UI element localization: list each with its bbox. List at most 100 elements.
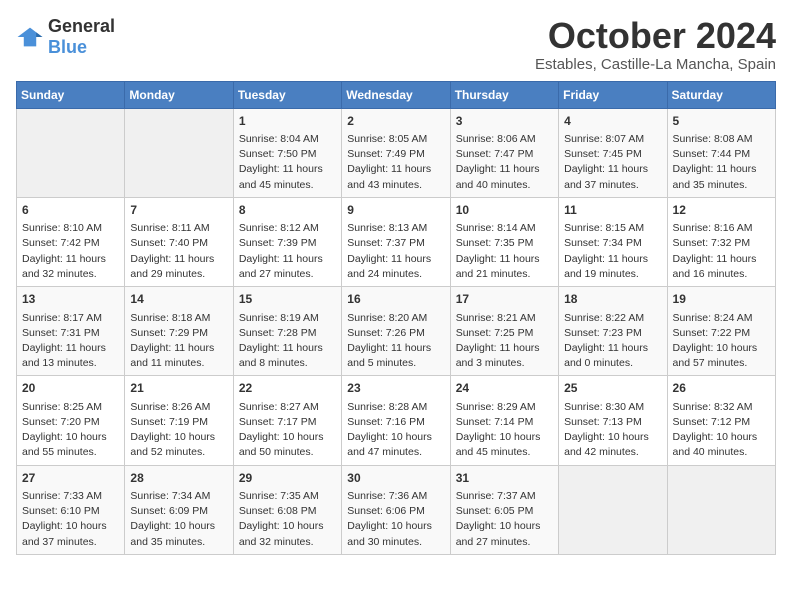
day-number: 16	[347, 291, 444, 308]
day-info: Sunrise: 8:25 AM Sunset: 7:20 PM Dayligh…	[22, 400, 119, 461]
weekday-header-cell: Saturday	[667, 81, 775, 108]
day-number: 25	[564, 380, 661, 397]
day-info: Sunrise: 8:24 AM Sunset: 7:22 PM Dayligh…	[673, 311, 770, 372]
day-number: 10	[456, 202, 553, 219]
day-number: 17	[456, 291, 553, 308]
calendar-cell: 24 Sunrise: 8:29 AM Sunset: 7:14 PM Dayli…	[450, 376, 558, 465]
day-number: 21	[130, 380, 227, 397]
day-info: Sunrise: 8:04 AM Sunset: 7:50 PM Dayligh…	[239, 132, 336, 193]
weekday-header-row: SundayMondayTuesdayWednesdayThursdayFrid…	[17, 81, 776, 108]
day-info: Sunrise: 8:19 AM Sunset: 7:28 PM Dayligh…	[239, 311, 336, 372]
calendar-cell: 10 Sunrise: 8:14 AM Sunset: 7:35 PM Dayli…	[450, 197, 558, 286]
day-info: Sunrise: 8:26 AM Sunset: 7:19 PM Dayligh…	[130, 400, 227, 461]
day-number: 23	[347, 380, 444, 397]
calendar-cell: 26 Sunrise: 8:32 AM Sunset: 7:12 PM Dayli…	[667, 376, 775, 465]
day-number: 2	[347, 113, 444, 130]
calendar-row: 6 Sunrise: 8:10 AM Sunset: 7:42 PM Daylig…	[17, 197, 776, 286]
calendar-row: 13Sunrise: 8:17 AM Sunset: 7:31 PM Dayli…	[17, 287, 776, 376]
calendar-row: 1Sunrise: 8:04 AM Sunset: 7:50 PM Daylig…	[17, 108, 776, 197]
calendar-cell	[667, 465, 775, 554]
day-number: 14	[130, 291, 227, 308]
day-number: 7	[130, 202, 227, 219]
day-info: Sunrise: 8:07 AM Sunset: 7:45 PM Dayligh…	[564, 132, 661, 193]
calendar-cell: 5 Sunrise: 8:08 AM Sunset: 7:44 PM Daylig…	[667, 108, 775, 197]
day-info: Sunrise: 8:20 AM Sunset: 7:26 PM Dayligh…	[347, 311, 444, 372]
calendar-cell: 20 Sunrise: 8:25 AM Sunset: 7:20 PM Dayli…	[17, 376, 125, 465]
day-number: 12	[673, 202, 770, 219]
calendar-cell: 27 Sunrise: 7:33 AM Sunset: 6:10 PM Dayli…	[17, 465, 125, 554]
day-info: Sunrise: 8:16 AM Sunset: 7:32 PM Dayligh…	[673, 221, 770, 282]
day-info: Sunrise: 8:08 AM Sunset: 7:44 PM Dayligh…	[673, 132, 770, 193]
day-info: Sunrise: 8:30 AM Sunset: 7:13 PM Dayligh…	[564, 400, 661, 461]
logo-text: General Blue	[48, 16, 115, 58]
day-info: Sunrise: 7:33 AM Sunset: 6:10 PM Dayligh…	[22, 489, 119, 550]
weekday-header-cell: Monday	[125, 81, 233, 108]
day-number: 20	[22, 380, 119, 397]
day-info: Sunrise: 8:12 AM Sunset: 7:39 PM Dayligh…	[239, 221, 336, 282]
day-number: 19	[673, 291, 770, 308]
day-number: 22	[239, 380, 336, 397]
day-number: 11	[564, 202, 661, 219]
day-info: Sunrise: 8:22 AM Sunset: 7:23 PM Dayligh…	[564, 311, 661, 372]
page-header: General Blue October 2024 Estables, Cast…	[16, 16, 776, 73]
day-info: Sunrise: 8:15 AM Sunset: 7:34 PM Dayligh…	[564, 221, 661, 282]
calendar-cell: 2 Sunrise: 8:05 AM Sunset: 7:49 PM Daylig…	[342, 108, 450, 197]
calendar-cell: 3 Sunrise: 8:06 AM Sunset: 7:47 PM Daylig…	[450, 108, 558, 197]
weekday-header-cell: Wednesday	[342, 81, 450, 108]
calendar-cell: 17 Sunrise: 8:21 AM Sunset: 7:25 PM Dayli…	[450, 287, 558, 376]
logo: General Blue	[16, 16, 115, 58]
day-number: 26	[673, 380, 770, 397]
calendar-cell: 25 Sunrise: 8:30 AM Sunset: 7:13 PM Dayli…	[559, 376, 667, 465]
day-info: Sunrise: 8:27 AM Sunset: 7:17 PM Dayligh…	[239, 400, 336, 461]
calendar-cell: 19 Sunrise: 8:24 AM Sunset: 7:22 PM Dayli…	[667, 287, 775, 376]
day-number: 6	[22, 202, 119, 219]
day-number: 31	[456, 470, 553, 487]
day-number: 29	[239, 470, 336, 487]
weekday-header-cell: Friday	[559, 81, 667, 108]
day-number: 8	[239, 202, 336, 219]
logo-icon	[16, 26, 44, 48]
calendar-cell: 4 Sunrise: 8:07 AM Sunset: 7:45 PM Daylig…	[559, 108, 667, 197]
day-number: 4	[564, 113, 661, 130]
calendar-row: 27 Sunrise: 7:33 AM Sunset: 6:10 PM Dayli…	[17, 465, 776, 554]
day-number: 24	[456, 380, 553, 397]
day-info: Sunrise: 8:29 AM Sunset: 7:14 PM Dayligh…	[456, 400, 553, 461]
weekday-header-cell: Tuesday	[233, 81, 341, 108]
calendar-cell: 15 Sunrise: 8:19 AM Sunset: 7:28 PM Dayli…	[233, 287, 341, 376]
calendar-cell: 13Sunrise: 8:17 AM Sunset: 7:31 PM Dayli…	[17, 287, 125, 376]
day-number: 15	[239, 291, 336, 308]
day-info: Sunrise: 8:10 AM Sunset: 7:42 PM Dayligh…	[22, 221, 119, 282]
day-info: Sunrise: 7:34 AM Sunset: 6:09 PM Dayligh…	[130, 489, 227, 550]
day-info: Sunrise: 8:18 AM Sunset: 7:29 PM Dayligh…	[130, 311, 227, 372]
calendar-cell	[125, 108, 233, 197]
weekday-header-cell: Thursday	[450, 81, 558, 108]
calendar-cell	[17, 108, 125, 197]
day-number: 3	[456, 113, 553, 130]
day-info: Sunrise: 8:21 AM Sunset: 7:25 PM Dayligh…	[456, 311, 553, 372]
calendar-cell: 22 Sunrise: 8:27 AM Sunset: 7:17 PM Dayli…	[233, 376, 341, 465]
day-info: Sunrise: 7:37 AM Sunset: 6:05 PM Dayligh…	[456, 489, 553, 550]
day-number: 5	[673, 113, 770, 130]
title-block: October 2024 Estables, Castille-La Manch…	[535, 16, 776, 73]
day-info: Sunrise: 8:28 AM Sunset: 7:16 PM Dayligh…	[347, 400, 444, 461]
location: Estables, Castille-La Mancha, Spain	[535, 56, 776, 73]
calendar-table: SundayMondayTuesdayWednesdayThursdayFrid…	[16, 81, 776, 555]
calendar-cell: 1Sunrise: 8:04 AM Sunset: 7:50 PM Daylig…	[233, 108, 341, 197]
calendar-cell: 8 Sunrise: 8:12 AM Sunset: 7:39 PM Daylig…	[233, 197, 341, 286]
day-info: Sunrise: 8:11 AM Sunset: 7:40 PM Dayligh…	[130, 221, 227, 282]
day-number: 18	[564, 291, 661, 308]
calendar-body: 1Sunrise: 8:04 AM Sunset: 7:50 PM Daylig…	[17, 108, 776, 554]
day-info: Sunrise: 8:05 AM Sunset: 7:49 PM Dayligh…	[347, 132, 444, 193]
logo-general: General	[48, 16, 115, 36]
day-info: Sunrise: 7:35 AM Sunset: 6:08 PM Dayligh…	[239, 489, 336, 550]
day-info: Sunrise: 8:13 AM Sunset: 7:37 PM Dayligh…	[347, 221, 444, 282]
day-info: Sunrise: 8:06 AM Sunset: 7:47 PM Dayligh…	[456, 132, 553, 193]
day-info: Sunrise: 8:14 AM Sunset: 7:35 PM Dayligh…	[456, 221, 553, 282]
day-number: 27	[22, 470, 119, 487]
calendar-cell: 29 Sunrise: 7:35 AM Sunset: 6:08 PM Dayli…	[233, 465, 341, 554]
calendar-cell: 23 Sunrise: 8:28 AM Sunset: 7:16 PM Dayli…	[342, 376, 450, 465]
calendar-cell: 11 Sunrise: 8:15 AM Sunset: 7:34 PM Dayli…	[559, 197, 667, 286]
day-info: Sunrise: 8:32 AM Sunset: 7:12 PM Dayligh…	[673, 400, 770, 461]
calendar-cell: 30Sunrise: 7:36 AM Sunset: 6:06 PM Dayli…	[342, 465, 450, 554]
day-number: 9	[347, 202, 444, 219]
